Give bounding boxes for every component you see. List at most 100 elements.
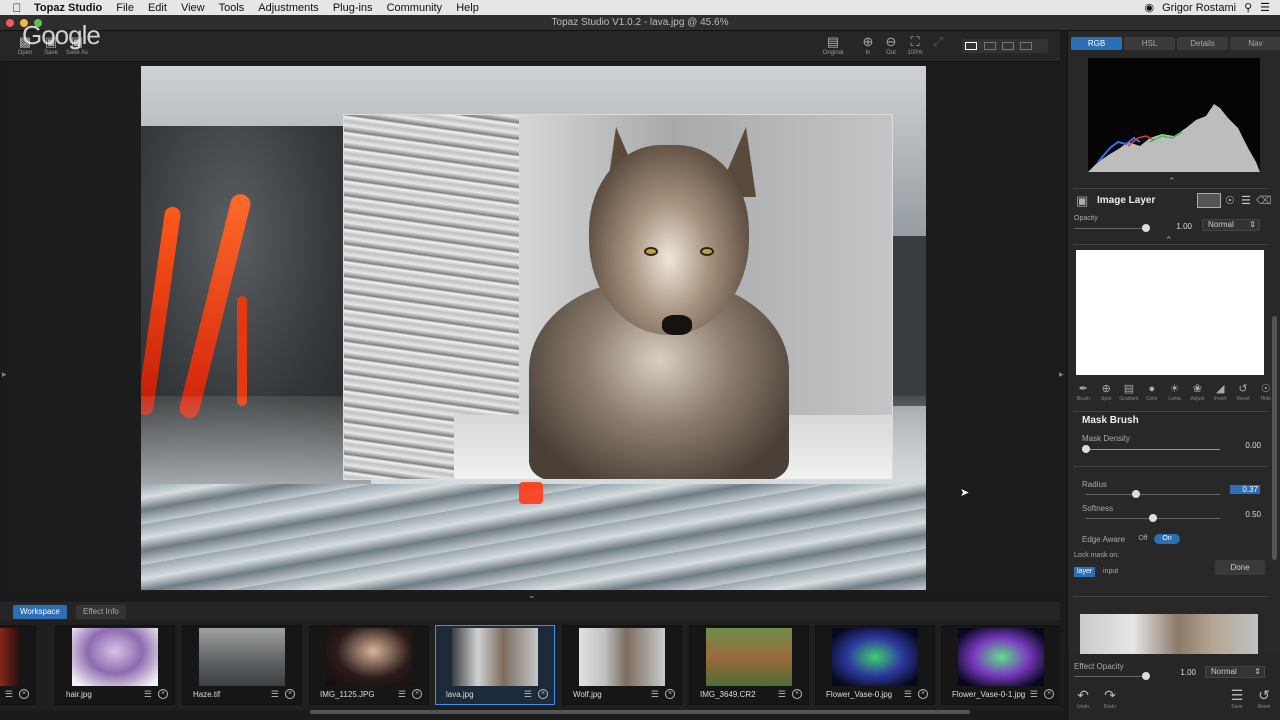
menu-edit[interactable]: Edit	[148, 2, 167, 14]
user-name[interactable]: Grigor Rostami	[1162, 2, 1236, 14]
close-icon[interactable]: ×	[665, 689, 675, 699]
panel-scrollbar[interactable]	[1272, 316, 1277, 560]
menu-help[interactable]: Help	[456, 2, 479, 14]
tab-workspace[interactable]: Workspace	[13, 605, 67, 619]
menu-icon[interactable]: ☰	[144, 689, 152, 700]
menu-icon[interactable]: ☰	[651, 689, 659, 700]
softness-value[interactable]: 0.50	[1231, 510, 1261, 519]
done-button[interactable]: Done	[1215, 560, 1265, 575]
filmstrip-item-selected[interactable]: lava.jpg ☰ ×	[435, 625, 555, 705]
single-view-icon[interactable]	[965, 42, 977, 50]
softness-slider-handle[interactable]	[1149, 514, 1157, 522]
blend-mode-select[interactable]: Normal ⇕	[1202, 219, 1260, 231]
filmstrip-item[interactable]: Wolf.jpg ☰ ×	[562, 625, 682, 705]
tab-hsl[interactable]: HSL	[1124, 37, 1175, 50]
split-view-icon[interactable]	[984, 42, 996, 50]
menu-plugins[interactable]: Plug-ins	[333, 2, 373, 14]
close-icon[interactable]: ×	[792, 689, 802, 699]
effect-opacity-value[interactable]: 1.00	[1166, 668, 1196, 677]
wolf-layer[interactable]	[343, 114, 893, 480]
edge-aware-on[interactable]: On	[1154, 534, 1180, 544]
menu-adjustments[interactable]: Adjustments	[258, 2, 319, 14]
tab-rgb[interactable]: RGB	[1071, 37, 1122, 50]
mask-tool-color[interactable]: ● Color	[1140, 383, 1163, 402]
filmstrip-item[interactable]: Haze.tif ☰ ×	[182, 625, 302, 705]
menu-icon[interactable]: ☰	[5, 689, 13, 700]
apple-icon[interactable]: 	[0, 1, 34, 15]
effect-opacity-slider-track[interactable]	[1074, 676, 1146, 677]
mask-tool-spot[interactable]: ⊕ Spot	[1095, 383, 1118, 402]
close-icon[interactable]: ×	[1044, 689, 1054, 699]
mask-preview[interactable]	[1076, 250, 1264, 375]
original-button[interactable]: ▤ Original	[820, 34, 846, 56]
opacity-value[interactable]: 1.00	[1162, 222, 1192, 231]
save-stack-button[interactable]: ☰ Save	[1223, 687, 1251, 710]
menu-tools[interactable]: Tools	[219, 2, 245, 14]
eye-icon[interactable]: ☉	[1225, 194, 1235, 207]
mask-density-slider-handle[interactable]	[1082, 445, 1090, 453]
mask-density-value[interactable]: 0.00	[1231, 441, 1261, 450]
radius-value-field[interactable]: 0.37	[1230, 485, 1260, 494]
layer-thumbnail[interactable]	[1197, 193, 1221, 208]
close-icon[interactable]: ×	[918, 689, 928, 699]
mask-tool-gradient[interactable]: ▤ Gradient	[1118, 383, 1141, 402]
search-icon[interactable]: ⚲	[1244, 1, 1252, 14]
lava-photo[interactable]	[141, 66, 926, 590]
chevron-up-icon[interactable]: ⌃	[1168, 176, 1176, 187]
effect-opacity-slider-handle[interactable]	[1142, 672, 1150, 680]
effect-layer-thumbnail[interactable]	[1080, 614, 1258, 654]
image-canvas[interactable]: ➤	[10, 62, 1058, 592]
mask-tool-brush[interactable]: ✒ Brush	[1072, 383, 1095, 402]
mask-tool-reset[interactable]: ↺ Reset	[1232, 383, 1255, 402]
mask-tool-luma[interactable]: ☀ Luma	[1163, 383, 1186, 402]
mask-tool-invert[interactable]: ◢ Invert	[1209, 383, 1232, 402]
right-panel-toggle-icon[interactable]: ▸	[1059, 369, 1064, 380]
app-name[interactable]: Topaz Studio	[34, 2, 102, 14]
opacity-slider-track[interactable]	[1074, 228, 1146, 229]
menu-view[interactable]: View	[181, 2, 205, 14]
menu-icon[interactable]: ☰	[1030, 689, 1038, 700]
filmstrip-item[interactable]: ☰ ×	[0, 625, 36, 705]
close-icon[interactable]: ×	[158, 689, 168, 699]
redo-button[interactable]: ↷ Redo	[1096, 687, 1124, 710]
left-panel-toggle-icon[interactable]: ▸	[2, 369, 7, 380]
filmstrip-item[interactable]: IMG_3649.CR2 ☰ ×	[689, 625, 809, 705]
close-icon[interactable]: ×	[19, 689, 29, 699]
menu-list-icon[interactable]: ☰	[1260, 1, 1270, 14]
menu-icon[interactable]: ☰	[398, 689, 406, 700]
close-icon[interactable]: ×	[412, 689, 422, 699]
undo-button[interactable]: ↶ Undo	[1069, 687, 1097, 710]
filmstrip-collapse-icon[interactable]: ⌄	[528, 590, 536, 601]
vertical-split-icon[interactable]	[1020, 42, 1032, 50]
zoom-out-button[interactable]: ⊖ Out	[878, 34, 904, 56]
filmstrip-item[interactable]: hair.jpg ☰ ×	[55, 625, 175, 705]
tab-details[interactable]: Details	[1177, 37, 1228, 50]
menu-icon[interactable]: ☰	[524, 689, 532, 700]
menu-icon[interactable]: ☰	[1241, 194, 1251, 207]
user-icon[interactable]: ◉	[1144, 1, 1154, 14]
radius-slider-track[interactable]	[1086, 494, 1220, 495]
close-window-button[interactable]	[6, 19, 14, 27]
view-mode-toggle[interactable]	[962, 39, 1048, 53]
close-icon[interactable]: ×	[538, 689, 548, 699]
tab-effect-info[interactable]: Effect Info	[76, 605, 126, 619]
filmstrip-item[interactable]: Flower_Vase-0.jpg ☰ ×	[815, 625, 935, 705]
mask-density-slider-track[interactable]	[1086, 449, 1220, 450]
trash-icon[interactable]: ⌫	[1256, 194, 1272, 207]
menu-icon[interactable]: ☰	[904, 689, 912, 700]
side-by-side-icon[interactable]	[1002, 42, 1014, 50]
menu-community[interactable]: Community	[387, 2, 443, 14]
close-icon[interactable]: ×	[285, 689, 295, 699]
menu-file[interactable]: File	[116, 2, 134, 14]
lock-input-chip[interactable]: input	[1100, 567, 1121, 577]
opacity-slider-handle[interactable]	[1142, 224, 1150, 232]
menu-icon[interactable]: ☰	[271, 689, 279, 700]
fullscreen-button[interactable]: ⤢	[925, 34, 951, 50]
menu-icon[interactable]: ☰	[778, 689, 786, 700]
reset-button[interactable]: ↺ Reset	[1250, 687, 1278, 710]
effect-blend-mode-select[interactable]: Normal ⇕	[1205, 666, 1265, 678]
edge-aware-off[interactable]: Off	[1132, 534, 1154, 544]
lock-layer-chip[interactable]: layer	[1074, 567, 1096, 577]
filmstrip-item[interactable]: Flower_Vase-0-1.jpg ☰ ×	[941, 625, 1060, 705]
mask-tool-adjust[interactable]: ❀ Adjust	[1186, 383, 1209, 402]
